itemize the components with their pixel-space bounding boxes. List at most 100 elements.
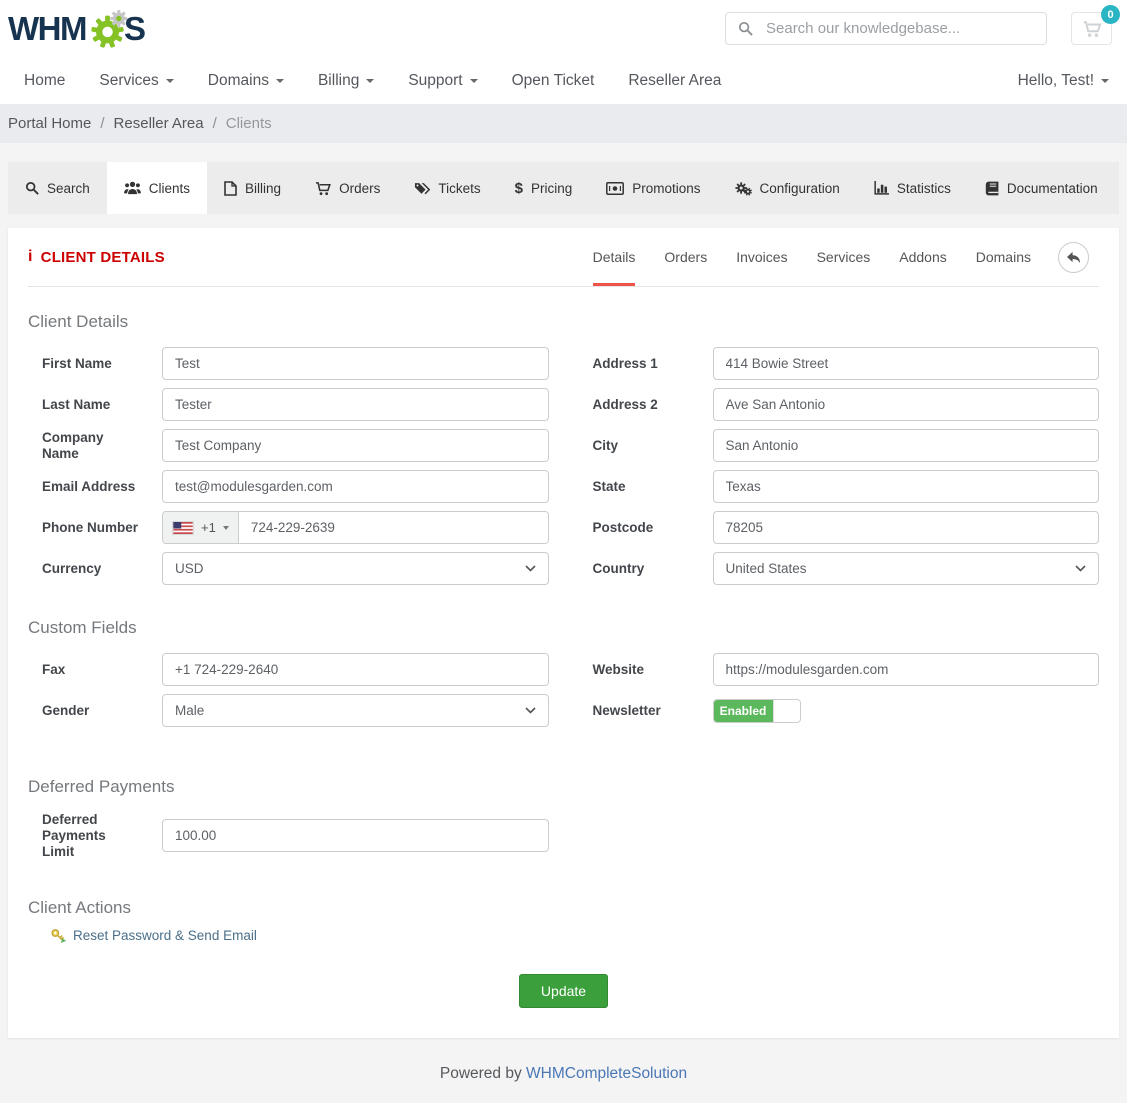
website-field[interactable] bbox=[713, 653, 1100, 686]
city-field[interactable] bbox=[713, 429, 1100, 462]
toggle-knob bbox=[773, 700, 800, 722]
tab-pricing[interactable]: $ Pricing bbox=[498, 162, 590, 214]
tab-promotions[interactable]: Promotions bbox=[589, 162, 717, 214]
logo-text-s: S bbox=[124, 10, 145, 48]
site-header: WHM bbox=[0, 0, 1127, 57]
main-nav: Home Services Domains Billing Support Op… bbox=[0, 57, 1127, 104]
nav-item-open-ticket[interactable]: Open Ticket bbox=[512, 72, 595, 90]
left-column: Fax Gender Male bbox=[28, 653, 549, 735]
update-button[interactable]: Update bbox=[519, 974, 608, 1008]
first-name-label: First Name bbox=[28, 356, 162, 372]
tab-statistics[interactable]: Statistics bbox=[857, 162, 968, 214]
first-name-field[interactable] bbox=[162, 347, 549, 380]
fax-label: Fax bbox=[28, 662, 162, 678]
tags-icon bbox=[414, 181, 430, 196]
form-row: City bbox=[579, 429, 1100, 462]
phone-label: Phone Number bbox=[28, 520, 162, 536]
search-input[interactable] bbox=[764, 19, 1034, 38]
tab-orders[interactable]: Orders bbox=[298, 162, 397, 214]
knowledgebase-search bbox=[725, 12, 1047, 45]
nav-item-home[interactable]: Home bbox=[24, 72, 65, 90]
email-field[interactable] bbox=[162, 470, 549, 503]
last-name-field[interactable] bbox=[162, 388, 549, 421]
fax-field[interactable] bbox=[162, 653, 549, 686]
gender-select[interactable]: Male bbox=[162, 694, 549, 727]
nav-item-domains[interactable]: Domains bbox=[208, 72, 284, 90]
money-bill-icon bbox=[606, 182, 624, 195]
tab-addons[interactable]: Addons bbox=[899, 228, 946, 286]
city-label: City bbox=[579, 438, 713, 454]
dial-code-selector[interactable]: +1 bbox=[163, 512, 239, 543]
form-row: Website bbox=[579, 653, 1100, 686]
whmcs-footer-link[interactable]: WHMCompleteSolution bbox=[526, 1065, 687, 1082]
currency-label: Currency bbox=[28, 561, 162, 577]
account-menu[interactable]: Hello, Test! bbox=[1018, 72, 1109, 90]
shopping-cart-icon bbox=[1082, 20, 1102, 38]
caret-down-icon bbox=[166, 79, 174, 83]
tab-configuration[interactable]: Configuration bbox=[718, 162, 857, 214]
back-button[interactable] bbox=[1058, 242, 1089, 273]
postcode-field[interactable] bbox=[713, 511, 1100, 544]
tab-details[interactable]: Details bbox=[593, 228, 636, 286]
company-name-field[interactable] bbox=[162, 429, 549, 462]
deferred-limit-field[interactable] bbox=[162, 819, 549, 852]
address2-field[interactable] bbox=[713, 388, 1100, 421]
nav-item-reseller-area[interactable]: Reseller Area bbox=[628, 72, 721, 90]
form-row: Phone Number +1 bbox=[28, 511, 549, 544]
form-row: First Name bbox=[28, 347, 549, 380]
client-details-grid: First Name Last Name Company Name Email … bbox=[28, 347, 1099, 593]
gears-icon bbox=[735, 181, 752, 196]
reply-arrow-icon bbox=[1066, 251, 1081, 264]
nav-item-services[interactable]: Services bbox=[99, 72, 173, 90]
form-row: Postcode bbox=[579, 511, 1100, 544]
deferred-payments-section: Deferred Payments Deferred Payments Limi… bbox=[28, 777, 1099, 868]
book-icon bbox=[985, 181, 999, 196]
logo-text-whm: WHM bbox=[8, 10, 86, 48]
breadcrumb-reseller-area[interactable]: Reseller Area bbox=[114, 115, 204, 132]
section-client-actions: Client Actions bbox=[28, 898, 1099, 918]
newsletter-toggle[interactable]: Enabled bbox=[713, 699, 801, 723]
address1-field[interactable] bbox=[713, 347, 1100, 380]
file-icon bbox=[224, 181, 237, 196]
nav-item-billing[interactable]: Billing bbox=[318, 72, 374, 90]
breadcrumb-separator: / bbox=[100, 115, 104, 132]
state-field[interactable] bbox=[713, 470, 1100, 503]
logo-gears-icon bbox=[87, 9, 129, 51]
toggle-state: Enabled bbox=[714, 700, 773, 722]
reset-password-link[interactable]: Reset Password & Send Email bbox=[50, 928, 257, 944]
country-label: Country bbox=[579, 561, 713, 577]
tab-client-orders[interactable]: Orders bbox=[664, 228, 707, 286]
breadcrumb-portal-home[interactable]: Portal Home bbox=[8, 115, 91, 132]
tab-clients[interactable]: Clients bbox=[107, 162, 207, 214]
users-icon bbox=[124, 181, 141, 195]
chevron-down-icon bbox=[525, 565, 536, 572]
tab-tickets[interactable]: Tickets bbox=[397, 162, 497, 214]
tab-documentation[interactable]: Documentation bbox=[968, 162, 1115, 214]
tab-billing[interactable]: Billing bbox=[207, 162, 298, 214]
whmcs-logo[interactable]: WHM bbox=[8, 7, 144, 51]
phone-field[interactable] bbox=[239, 512, 548, 543]
tab-domains[interactable]: Domains bbox=[976, 228, 1031, 286]
country-select[interactable]: United States bbox=[713, 552, 1100, 585]
currency-select[interactable]: USD bbox=[162, 552, 549, 585]
tab-search[interactable]: Search bbox=[8, 162, 107, 214]
section-client-details: Client Details bbox=[28, 312, 1099, 332]
caret-down-icon bbox=[1101, 79, 1109, 83]
caret-down-icon bbox=[470, 79, 478, 83]
cart-button[interactable]: 0 bbox=[1071, 12, 1112, 45]
breadcrumb-separator: / bbox=[213, 115, 217, 132]
left-column: First Name Last Name Company Name Email … bbox=[28, 347, 549, 593]
breadcrumb-clients: Clients bbox=[226, 115, 272, 132]
tab-services[interactable]: Services bbox=[817, 228, 871, 286]
bar-chart-icon bbox=[874, 181, 889, 195]
nav-item-support[interactable]: Support bbox=[408, 72, 477, 90]
form-row: State bbox=[579, 470, 1100, 503]
client-detail-tabs: Details Orders Invoices Services Addons … bbox=[593, 228, 1031, 286]
postcode-label: Postcode bbox=[579, 520, 713, 536]
tab-invoices[interactable]: Invoices bbox=[736, 228, 787, 286]
newsletter-label: Newsletter bbox=[579, 703, 713, 719]
panel-header: i CLIENT DETAILS Details Orders Invoices… bbox=[28, 228, 1099, 287]
form-row: Last Name bbox=[28, 388, 549, 421]
dollar-icon: $ bbox=[515, 180, 523, 197]
breadcrumb: Portal Home / Reseller Area / Clients bbox=[0, 104, 1127, 143]
